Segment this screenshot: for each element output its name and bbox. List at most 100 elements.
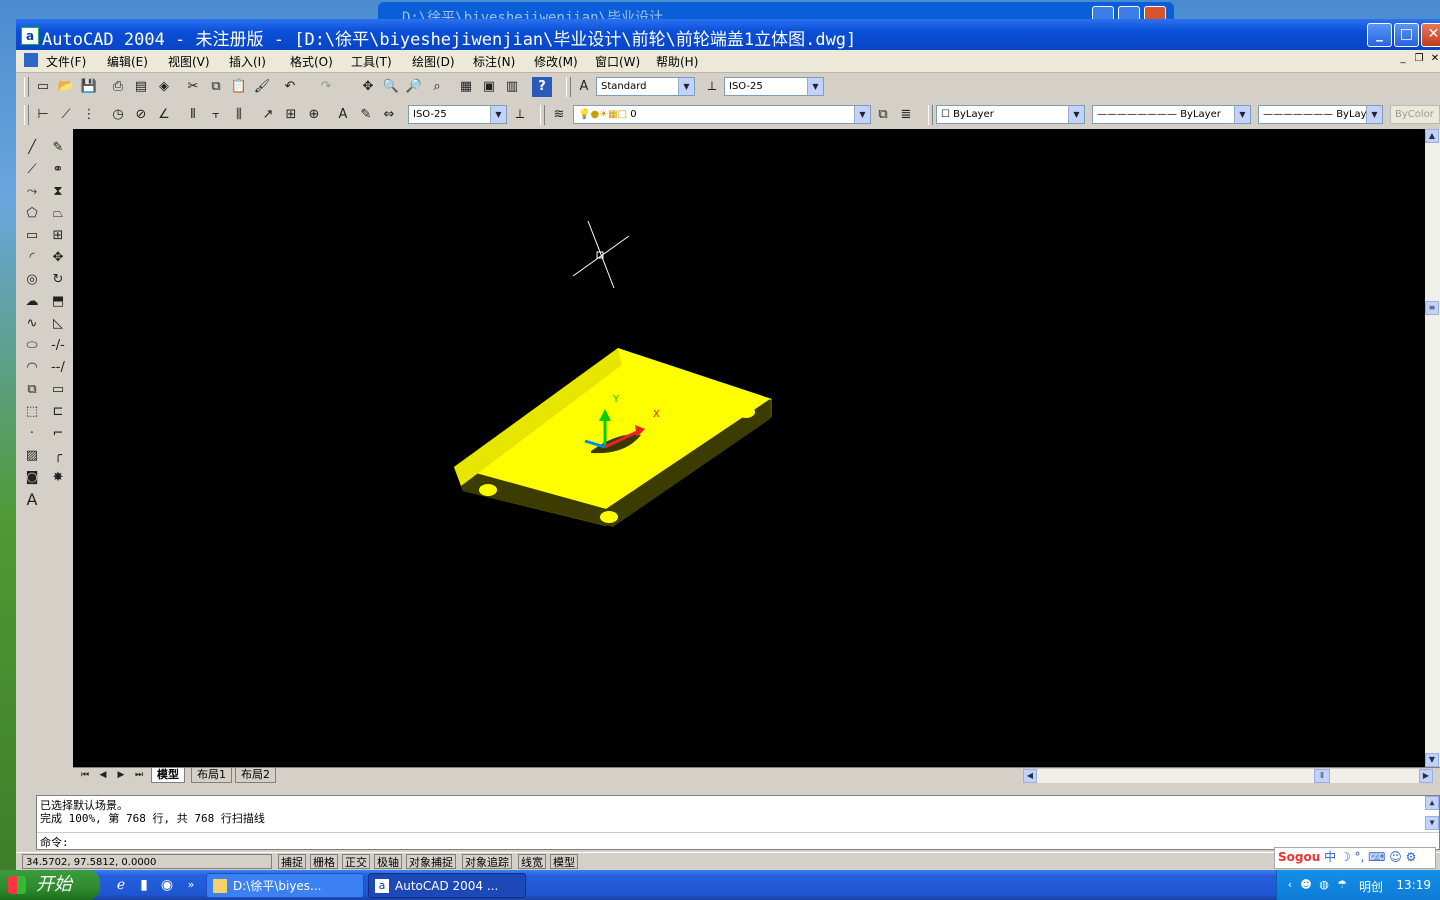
lineweight-combo[interactable]: ——————— ByLayer ▼ — [1258, 105, 1383, 124]
insert-block-icon[interactable]: ⧉ — [22, 380, 42, 400]
dimension-edit-icon[interactable]: A — [333, 105, 353, 125]
text-style-combo[interactable]: Standard ▼ — [596, 77, 695, 96]
tab-model[interactable]: 模型 — [151, 768, 185, 783]
quick-launch-more-icon[interactable]: » — [182, 876, 200, 894]
extend-icon[interactable]: --/ — [48, 358, 68, 378]
dimension-style-icon[interactable]: ⟂ — [510, 105, 530, 125]
trim-icon[interactable]: -/- — [48, 336, 68, 356]
sogou-ime-bar[interactable]: Sogou 中 ☽ °, ⌨ ☺ ⚙ — [1274, 847, 1436, 869]
tab-layout1[interactable]: 布局1 — [191, 768, 232, 783]
tab-layout2[interactable]: 布局2 — [235, 768, 276, 783]
dimension-update-icon[interactable]: ⇔ — [379, 105, 399, 125]
scroll-left-button[interactable]: ◀ — [1023, 769, 1037, 783]
zoom-window-icon[interactable]: 🔎 — [404, 77, 424, 97]
polyline-icon[interactable]: ⤳ — [22, 182, 42, 202]
previous-tab-icon[interactable]: ◀ — [93, 768, 113, 782]
chevron-down-icon[interactable]: ▼ — [1234, 106, 1250, 123]
ortho-toggle[interactable]: 正交 — [342, 854, 370, 869]
task-explorer[interactable]: D:\徐平\biyes... — [206, 873, 364, 898]
menu-modify[interactable]: 修改(M) — [534, 53, 578, 70]
toolbar-grip[interactable] — [566, 77, 571, 97]
mirror-icon[interactable]: ⧗ — [48, 182, 68, 202]
chevron-down-icon[interactable]: ▼ — [490, 106, 506, 123]
menu-format[interactable]: 格式(O) — [290, 53, 333, 70]
make-block-icon[interactable]: ⬚ — [22, 402, 42, 422]
offset-icon[interactable]: ⏢ — [48, 204, 68, 224]
chevron-down-icon[interactable]: ▼ — [678, 78, 694, 95]
tolerance-icon[interactable]: ⊞ — [281, 105, 301, 125]
radius-dimension-icon[interactable]: ◷ — [108, 105, 128, 125]
menu-dimension[interactable]: 标注(N) — [473, 53, 515, 70]
properties-icon[interactable]: ▦ — [456, 77, 476, 97]
save-icon[interactable]: 💾 — [79, 77, 99, 97]
hatch-icon[interactable]: ▨ — [22, 446, 42, 466]
zoom-realtime-icon[interactable]: 🔍 — [381, 77, 401, 97]
browser-icon[interactable]: ◉ — [158, 876, 176, 894]
ime-indicator[interactable]: 明创 — [1359, 878, 1383, 895]
vertical-scroll-thumb[interactable]: ≡ — [1425, 301, 1439, 315]
document-icon[interactable] — [24, 53, 38, 67]
osnap-toggle[interactable]: 对象捕捉 — [406, 854, 456, 869]
toolbar-grip[interactable] — [24, 77, 29, 97]
match-properties-icon[interactable]: 🖌 — [252, 77, 272, 97]
scroll-right-button[interactable]: ▶ — [1419, 769, 1433, 783]
scale-icon[interactable]: ⬒ — [48, 292, 68, 312]
rectangle-icon[interactable]: ▭ — [22, 226, 42, 246]
make-object-layer-current-icon[interactable]: ⧉ — [873, 105, 893, 125]
continue-dimension-icon[interactable]: ⫼ — [229, 105, 249, 125]
linetype-combo[interactable]: ———————— ByLayer ▼ — [1092, 105, 1251, 124]
menu-edit[interactable]: 编辑(E) — [107, 53, 148, 70]
otrack-toggle[interactable]: 对象追踪 — [462, 854, 512, 869]
network-icon[interactable]: ◍ — [1317, 878, 1331, 892]
spline-icon[interactable]: ∿ — [22, 314, 42, 334]
first-tab-icon[interactable]: ⏮ — [75, 768, 95, 782]
dim-style-combo[interactable]: ISO-25 ▼ — [724, 77, 824, 96]
aligned-dimension-icon[interactable]: ⟋ — [56, 105, 76, 125]
snap-toggle[interactable]: 捕捉 — [278, 854, 306, 869]
polygon-icon[interactable]: ⬠ — [22, 204, 42, 224]
rotate-icon[interactable]: ↻ — [48, 270, 68, 290]
preview-icon[interactable]: ▤ — [131, 77, 151, 97]
zoom-previous-icon[interactable]: ⌕ — [427, 77, 447, 97]
menu-help[interactable]: 帮助(H) — [656, 53, 698, 70]
chamfer-icon[interactable]: ⌐ — [48, 424, 68, 444]
chevron-down-icon[interactable]: ▼ — [807, 78, 823, 95]
line-icon[interactable]: ╱ — [22, 138, 42, 158]
horizontal-scroll-thumb[interactable]: ⦀ — [1314, 769, 1330, 783]
minimize-button[interactable]: _ — [1367, 23, 1392, 47]
new-icon[interactable]: ▭ — [33, 77, 53, 97]
move-icon[interactable]: ✥ — [48, 248, 68, 268]
arc-icon[interactable]: ◜ — [22, 248, 42, 268]
layer-manager-icon[interactable]: ≋ — [549, 105, 569, 125]
revision-cloud-icon[interactable]: ☁ — [22, 292, 42, 312]
stretch-icon[interactable]: ◺ — [48, 314, 68, 334]
design-center-icon[interactable]: ▣ — [479, 77, 499, 97]
erase-icon[interactable]: ✎ — [48, 138, 68, 158]
ordinate-dimension-icon[interactable]: ⋮ — [79, 105, 99, 125]
ie-icon[interactable]: ℯ — [112, 876, 130, 894]
circle-icon[interactable]: ◎ — [22, 270, 42, 290]
qq-icon[interactable]: ☻ — [1299, 878, 1313, 892]
menu-draw[interactable]: 绘图(D) — [412, 53, 455, 70]
start-button[interactable]: 开始 — [0, 870, 100, 900]
horizontal-scrollbar[interactable]: ◀ ⦀ ▶ — [1023, 769, 1433, 783]
explode-icon[interactable]: ✸ — [48, 468, 68, 488]
next-tab-icon[interactable]: ▶ — [111, 768, 131, 782]
publish-icon[interactable]: ◈ — [154, 77, 174, 97]
menu-insert[interactable]: 插入(I) — [229, 53, 266, 70]
lineweight-toggle[interactable]: 线宽 — [518, 854, 546, 869]
end-cover-3d-model[interactable] — [454, 348, 772, 527]
array-icon[interactable]: ⊞ — [48, 226, 68, 246]
doc-restore-button[interactable]: ❐ — [1412, 53, 1426, 66]
toolbar-grip[interactable] — [24, 105, 29, 125]
sogou-tools-icons[interactable]: ☽ °, ⌨ ☺ ⚙ — [1340, 850, 1416, 864]
sogou-mode[interactable]: 中 — [1324, 850, 1336, 864]
last-tab-icon[interactable]: ⏭ — [129, 768, 149, 782]
dim-style-combo-2[interactable]: ISO-25 ▼ — [408, 105, 507, 124]
toolbar-grip[interactable] — [928, 105, 933, 125]
fillet-icon[interactable]: ╭ — [48, 446, 68, 466]
vertical-scrollbar[interactable]: ▲ ≡ ▼ — [1425, 129, 1440, 767]
color-combo[interactable]: ☐ ByLayer ▼ — [936, 105, 1085, 124]
tray-expand-icon[interactable]: ‹ — [1283, 878, 1297, 892]
doc-close-button[interactable]: ✕ — [1428, 53, 1440, 66]
